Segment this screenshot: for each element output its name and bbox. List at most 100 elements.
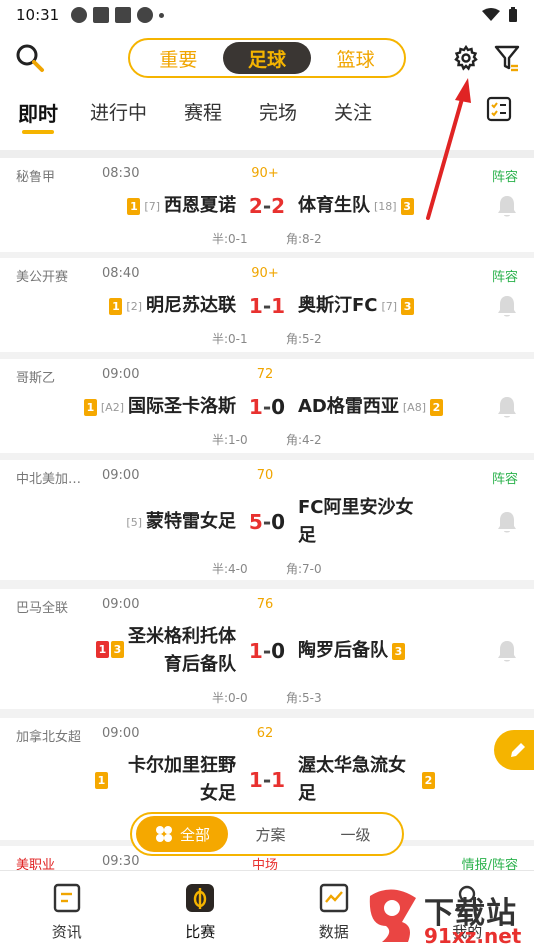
nav-matches-label: 比赛 — [185, 923, 216, 941]
away-team-name-line2: 足 — [298, 783, 316, 804]
segment-football[interactable]: 足球 — [222, 42, 312, 74]
team-rank: [7] — [144, 199, 160, 213]
match-filter-pill: 全部 方案 一级 — [130, 812, 404, 856]
away-team: 奥斯汀FC [7] 3 — [298, 292, 415, 320]
match-card[interactable]: 秘鲁甲 08:30 90+ 阵容 1 [7] 西恩夏诺 2-2 体育生队 [18… — [0, 158, 534, 252]
edit-button[interactable] — [494, 730, 534, 770]
yellow-card-badge: 3 — [392, 642, 405, 660]
team-rank: [2] — [126, 299, 142, 313]
app-notification-icon — [115, 7, 132, 23]
soccer-notification-icon — [137, 7, 154, 23]
away-team: 陶罗后备队 3 — [298, 637, 405, 665]
nav-matches[interactable]: 比赛 — [134, 871, 268, 950]
score: 1-0 — [248, 395, 286, 419]
match-tabs: 即时 进行中 赛程 完场 关注 — [0, 92, 534, 142]
away-team-name: AD格雷西亚 — [298, 396, 399, 417]
home-team-name: 蒙特雷女足 — [146, 511, 236, 532]
team-rank: [5] — [126, 515, 142, 529]
away-score: 2 — [271, 194, 286, 218]
home-team: 1 3 圣米格利托体 育后备队 — [96, 623, 236, 679]
score: 1-1 — [248, 768, 286, 792]
match-minute: 72 — [256, 367, 274, 382]
away-score: 1 — [271, 768, 286, 792]
yellow-card-badge: 2 — [422, 771, 435, 789]
header-divider — [0, 150, 534, 158]
battery-icon — [509, 7, 517, 22]
bell-icon[interactable] — [496, 294, 518, 318]
tab-live[interactable]: 即时 — [18, 98, 58, 127]
half-time-score: 半:4-0 — [212, 562, 248, 576]
lineup-tag[interactable]: 阵容 — [492, 468, 518, 487]
checklist-icon[interactable] — [486, 96, 512, 122]
home-team: [5] 蒙特雷女足 — [126, 508, 236, 536]
nav-news[interactable]: 资讯 — [0, 871, 134, 950]
match-time: 09:00 — [102, 367, 140, 382]
header: 重要 足球 篮球 即时 进行中 赛程 完场 关注 — [0, 30, 534, 150]
away-team: AD格雷西亚 [A8] 2 — [298, 393, 443, 421]
match-card[interactable]: 中北美加… 09:00 70 阵容 [5] 蒙特雷女足 5-0 FC阿里安沙女 … — [0, 460, 534, 580]
score: 5-0 — [248, 510, 286, 534]
corner-count: 角:4-2 — [286, 433, 322, 447]
team-rank: [18] — [374, 199, 397, 213]
team-rank: [A2] — [100, 400, 124, 414]
match-minute: 76 — [256, 597, 274, 612]
filter-plan[interactable]: 方案 — [228, 824, 313, 845]
match-time: 09:00 — [102, 726, 140, 741]
match-card[interactable]: 巴马全联 09:00 76 1 3 圣米格利托体 育后备队 1-0 陶罗后备队 … — [0, 589, 534, 709]
gear-icon[interactable] — [452, 44, 480, 72]
lineup-tag[interactable]: 阵容 — [492, 166, 518, 185]
home-score: 1 — [248, 639, 263, 663]
home-team: 1 [2] 明尼苏达联 — [109, 292, 236, 320]
tab-in-progress[interactable]: 进行中 — [90, 98, 147, 125]
tab-following[interactable]: 关注 — [334, 98, 372, 125]
match-time: 08:30 — [102, 166, 140, 181]
league-name: 美公开赛 — [16, 270, 69, 285]
bell-icon[interactable] — [496, 194, 518, 218]
match-time: 08:40 — [102, 266, 140, 281]
filter-level-one[interactable]: 一级 — [313, 824, 398, 845]
filter-icon[interactable] — [494, 44, 520, 72]
active-tab-indicator — [22, 130, 54, 134]
news-icon — [53, 883, 80, 913]
home-score: 2 — [248, 194, 263, 218]
clover-icon — [155, 826, 172, 842]
nav-data-label: 数据 — [318, 923, 349, 941]
away-score: 0 — [271, 510, 286, 534]
pencil-icon — [511, 743, 525, 757]
team-rank: [A8] — [402, 400, 426, 414]
lineup-tag[interactable]: 阵容 — [492, 266, 518, 285]
app-notification-icon — [93, 7, 110, 23]
match-card[interactable]: 美公开赛 08:40 90+ 阵容 1 [2] 明尼苏达联 1-1 奥斯汀FC … — [0, 258, 534, 352]
home-score: 5 — [248, 510, 263, 534]
match-card[interactable]: 哥斯乙 09:00 72 1 [A2] 国际圣卡洛斯 1-0 AD格雷西亚 [A… — [0, 359, 534, 453]
nav-news-label: 资讯 — [51, 923, 82, 941]
home-team: 1 卡尔加里狂野 女足 — [95, 752, 236, 808]
match-minute: 70 — [256, 468, 274, 483]
half-time-score: 半:1-0 — [212, 433, 248, 447]
tab-schedule[interactable]: 赛程 — [184, 98, 222, 125]
home-team: 1 [A2] 国际圣卡洛斯 — [83, 393, 236, 421]
bell-icon[interactable] — [496, 510, 518, 534]
yellow-card-badge: 2 — [429, 398, 443, 416]
away-score: 1 — [271, 294, 286, 318]
status-bar: 10:31 — [0, 0, 534, 30]
match-time: 09:00 — [102, 468, 140, 483]
bell-icon[interactable] — [496, 395, 518, 419]
away-team-name: 体育生队 — [298, 195, 370, 216]
soccer-notification-icon — [71, 7, 88, 23]
corner-count: 角:5-2 — [286, 332, 322, 346]
tab-finished[interactable]: 完场 — [259, 98, 297, 125]
away-score: 0 — [271, 395, 286, 419]
yellow-card-badge: 3 — [111, 641, 124, 658]
filter-all[interactable]: 全部 — [136, 816, 228, 852]
home-team-name: 明尼苏达联 — [146, 295, 236, 316]
segment-basketball[interactable]: 篮球 — [311, 42, 400, 74]
home-team-name-line2: 女足 — [200, 783, 236, 804]
search-icon[interactable] — [14, 42, 46, 74]
home-team: 1 [7] 西恩夏诺 — [127, 192, 236, 220]
half-time-score: 半:0-1 — [212, 332, 248, 346]
segment-important[interactable]: 重要 — [134, 42, 223, 74]
bell-icon[interactable] — [496, 639, 518, 663]
away-score: 0 — [271, 639, 286, 663]
match-time: 09:00 — [102, 597, 140, 612]
